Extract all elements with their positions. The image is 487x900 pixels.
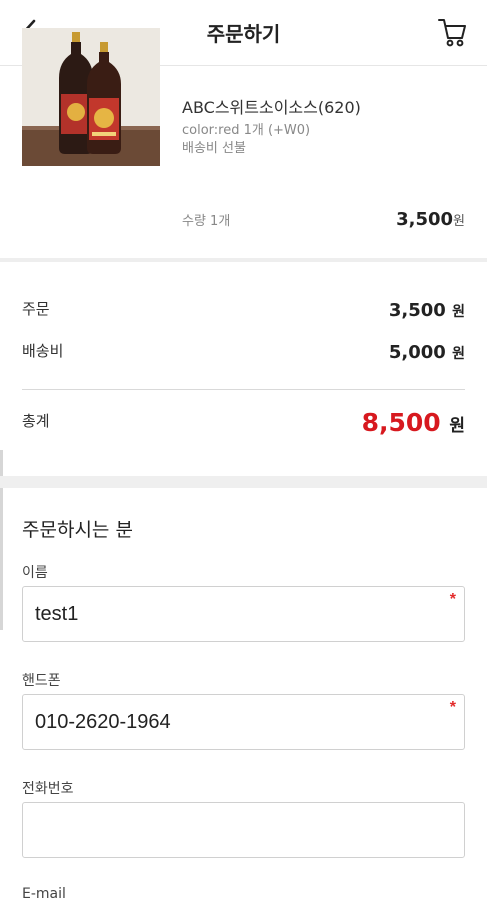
order-amount-label: 주문 [22, 300, 50, 318]
product-price-unit: 원 [453, 214, 465, 229]
required-mark: * [449, 591, 456, 608]
section-gap [0, 476, 487, 488]
order-amount-unit: 원 [452, 304, 465, 320]
cart-button[interactable] [435, 14, 469, 50]
product-thumbnail [22, 28, 160, 166]
shipping-fee-value: 5,000 [388, 342, 446, 363]
name-input[interactable]: test1 * [22, 586, 465, 642]
required-mark: * [449, 699, 456, 716]
product-options: color:red 1개 (+W0) 배송비 선불 [182, 122, 310, 158]
orderer-section-title: 주문하시는 분 [22, 519, 133, 541]
phone-input[interactable]: 010-2620-1964 * [22, 694, 465, 750]
total-label: 총계 [22, 412, 50, 430]
order-amount: 3,500 원 [389, 300, 465, 321]
product-price-value: 3,500 [396, 209, 454, 230]
total-amount: 8,500 원 [362, 408, 465, 437]
name-label: 이름 [22, 565, 48, 581]
product-quantity: 수량 1개 [182, 214, 231, 229]
section-divider [0, 258, 487, 262]
shipping-fee-unit: 원 [452, 346, 465, 362]
total-amount-value: 8,500 [361, 408, 441, 437]
summary-divider [22, 389, 465, 390]
total-amount-unit: 원 [449, 416, 465, 436]
shipping-fee: 5,000 원 [389, 342, 465, 363]
product-option-text: color:red 1개 (+W0) [182, 123, 311, 138]
name-input-value: test1 [35, 602, 79, 625]
product-price: 3,500원 [396, 209, 465, 230]
phone-input-value: 010-2620-1964 [35, 710, 171, 733]
tel-label: 전화번호 [22, 781, 74, 797]
order-amount-value: 3,500 [388, 300, 446, 321]
phone-label: 핸드폰 [22, 673, 61, 689]
email-label: E-mail [22, 886, 66, 900]
cart-icon [438, 19, 466, 47]
shipping-fee-label: 배송비 [22, 342, 64, 360]
product-name[interactable]: ABC스위트소이소스(620) [182, 94, 361, 118]
product-shipping-text: 배송비 선불 [182, 141, 246, 156]
tel-input[interactable] [22, 802, 465, 858]
